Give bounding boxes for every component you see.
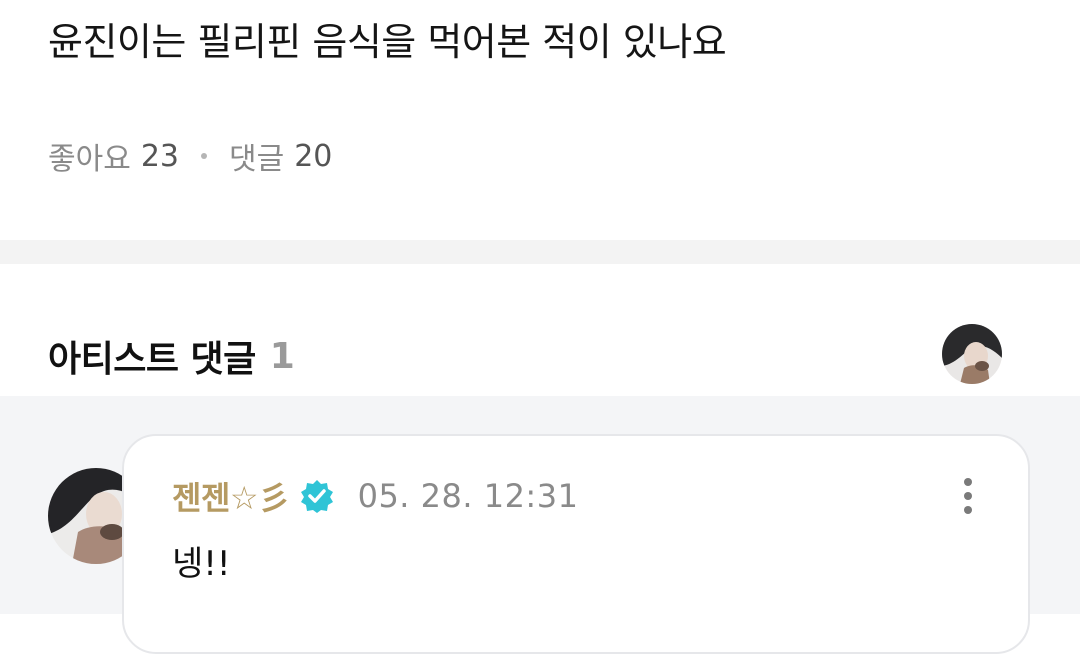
verified-badge-icon (300, 479, 334, 513)
comment-timestamp: 05. 28. 12:31 (357, 477, 579, 515)
section-divider (0, 240, 1080, 264)
post-title: 윤진이는 필리핀 음식을 먹어본 적이 있나요 (48, 20, 727, 64)
post-stats: 좋아요 23 댓글 20 (48, 134, 332, 178)
comments-count: 20 (294, 138, 333, 174)
artist-comments-title: 아티스트 댓글 (48, 339, 256, 380)
artist-comments-header: 아티스트 댓글 1 (48, 328, 295, 384)
more-vertical-icon[interactable] (956, 474, 980, 518)
comments-label[interactable]: 댓글 (229, 134, 284, 178)
artist-comments-count: 1 (269, 335, 295, 377)
stats-separator-dot (201, 153, 207, 159)
likes-label[interactable]: 좋아요 (48, 134, 131, 178)
artist-avatar-icon[interactable] (942, 324, 1002, 384)
comment-meta: 젠젠☆彡 05. 28. 12:31 (172, 474, 578, 518)
likes-count: 23 (140, 138, 179, 174)
comment-text: 넹!! (172, 544, 231, 584)
comment-author-name[interactable]: 젠젠☆彡 (172, 473, 290, 519)
comment-card: 젠젠☆彡 05. 28. 12:31 넹!! (122, 434, 1030, 654)
